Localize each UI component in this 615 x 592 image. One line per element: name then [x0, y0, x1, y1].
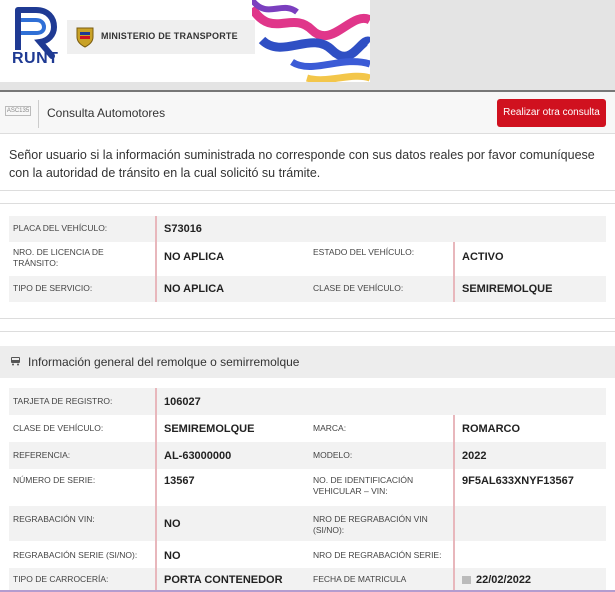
model-year-value: 2022 — [462, 450, 487, 462]
field-label: TARJETA DE REGISTRO: — [13, 396, 113, 406]
field-marker — [453, 541, 455, 568]
table-row: TIPO DE CARROCERÍA: PORTA CONTENEDOR FEC… — [9, 568, 606, 590]
field-marker — [453, 568, 455, 590]
field-marker — [155, 415, 157, 442]
site-header: RUNT MINISTERIO DE TRANSPORTE — [0, 0, 615, 92]
field-label: TIPO DE SERVICIO: — [13, 283, 93, 293]
serial-number-value: 13567 — [164, 475, 195, 487]
field-marker — [453, 442, 455, 469]
field-label: NÚMERO DE SERIE: — [13, 475, 96, 485]
field-label: CLASE DE VEHÍCULO: — [313, 283, 404, 293]
field-label: CLASE DE VEHÍCULO: — [13, 423, 104, 433]
field-marker — [453, 506, 455, 541]
field-marker — [155, 442, 157, 469]
field-marker — [155, 541, 157, 568]
field-label: FECHA DE MATRICULA — [313, 574, 407, 584]
field-marker — [155, 242, 157, 276]
field-marker — [453, 242, 455, 276]
field-marker — [155, 388, 157, 415]
vehicle-status-value: ACTIVO — [462, 251, 504, 263]
table-row: REGRABACIÓN SERIE (SI/NO): NO NRO DE REG… — [9, 541, 606, 568]
field-marker — [453, 469, 455, 506]
serial-regraving-value: NO — [164, 550, 181, 562]
general-info-table: TARJETA DE REGISTRO: 106027 CLASE DE VEH… — [9, 388, 606, 590]
field-label: REFERENCIA: — [13, 450, 71, 460]
new-query-button[interactable]: Realizar otra consulta — [497, 99, 606, 127]
vin-value: 9F5AL633XNYF13567 — [462, 475, 574, 487]
table-row: REGRABACIÓN VIN: NO NRO DE REGRABACIÓN V… — [9, 506, 606, 541]
table-row: NÚMERO DE SERIE: 13567 NO. DE IDENTIFICA… — [9, 469, 606, 506]
field-label: REGRABACIÓN VIN: — [13, 514, 95, 524]
reference-value: AL-63000000 — [164, 450, 232, 462]
field-marker — [155, 276, 157, 302]
brand-value: ROMARCO — [462, 423, 521, 435]
field-label: ESTADO DEL VEHÍCULO: — [313, 247, 415, 257]
field-label: MODELO: — [313, 450, 353, 460]
registration-date-value: 22/02/2022 — [476, 574, 532, 586]
decorative-waves-icon — [252, 0, 370, 82]
ministry-name: MINISTERIO DE TRANSPORTE — [101, 31, 238, 41]
table-row: REFERENCIA: AL-63000000 MODELO: 2022 — [9, 442, 606, 469]
field-marker — [453, 415, 455, 442]
table-row: CLASE DE VEHÍCULO: SEMIREMOLQUE MARCA: R… — [9, 415, 606, 442]
calendar-icon — [462, 576, 471, 584]
divider — [0, 331, 615, 332]
field-label: NRO DE REGRABACIÓN SERIE: — [313, 550, 442, 560]
runt-logo-text: RUNT — [12, 50, 59, 67]
query-bar: ASC135 Consulta Automotores Realizar otr… — [0, 92, 615, 134]
field-label: NRO. DE LICENCIA DE TRÁNSITO: — [13, 247, 104, 268]
vehicle-class-value: SEMIREMOLQUE — [462, 283, 553, 295]
field-marker — [155, 568, 157, 590]
plate-value: S73016 — [164, 223, 202, 235]
divider — [0, 203, 615, 204]
section-title: Información general del remolque o semir… — [28, 355, 300, 369]
user-notice: Señor usuario si la información suminist… — [9, 148, 595, 180]
field-marker — [155, 216, 157, 242]
table-row: NRO. DE LICENCIA DE TRÁNSITO: NO APLICA … — [9, 242, 606, 276]
table-row: TARJETA DE REGISTRO: 106027 — [9, 388, 606, 415]
registration-card-value: 106027 — [164, 396, 201, 408]
form-code-badge: ASC135 — [5, 106, 31, 116]
ministry-logo: MINISTERIO DE TRANSPORTE — [67, 20, 255, 54]
general-info-section-header[interactable]: Información general del remolque o semir… — [0, 346, 615, 378]
field-label: NO. DE IDENTIFICACIÓN VEHICULAR – VIN: — [313, 475, 414, 496]
service-type-value: NO APLICA — [164, 283, 225, 295]
header-brand-area: RUNT MINISTERIO DE TRANSPORTE — [0, 0, 370, 82]
field-label: TIPO DE CARROCERÍA: — [13, 574, 109, 584]
field-label: NRO DE REGRABACIÓN VIN (SI/NO): — [313, 514, 428, 535]
table-row: TIPO DE SERVICIO: NO APLICA CLASE DE VEH… — [9, 276, 606, 302]
field-marker — [453, 276, 455, 302]
table-row: PLACA DEL VEHÍCULO: S73016 — [9, 216, 606, 242]
vehicle-icon — [11, 357, 20, 366]
vehicle-summary-table: PLACA DEL VEHÍCULO: S73016 NRO. DE LICEN… — [9, 216, 606, 302]
field-marker — [155, 469, 157, 506]
body-type-value: PORTA CONTENEDOR — [164, 574, 283, 586]
divider — [0, 318, 615, 319]
field-label: MARCA: — [313, 423, 347, 433]
query-bar-separator — [38, 100, 39, 128]
field-label: PLACA DEL VEHÍCULO: — [13, 223, 108, 233]
vin-regraving-value: NO — [164, 518, 181, 530]
divider — [0, 190, 615, 191]
license-value: NO APLICA — [164, 251, 225, 263]
field-label: REGRABACIÓN SERIE (SI/NO): — [13, 550, 138, 560]
query-title: Consulta Automotores — [47, 106, 166, 120]
field-marker — [155, 506, 157, 541]
coat-of-arms-icon — [76, 27, 94, 48]
vehicle-class-value: SEMIREMOLQUE — [164, 423, 255, 435]
